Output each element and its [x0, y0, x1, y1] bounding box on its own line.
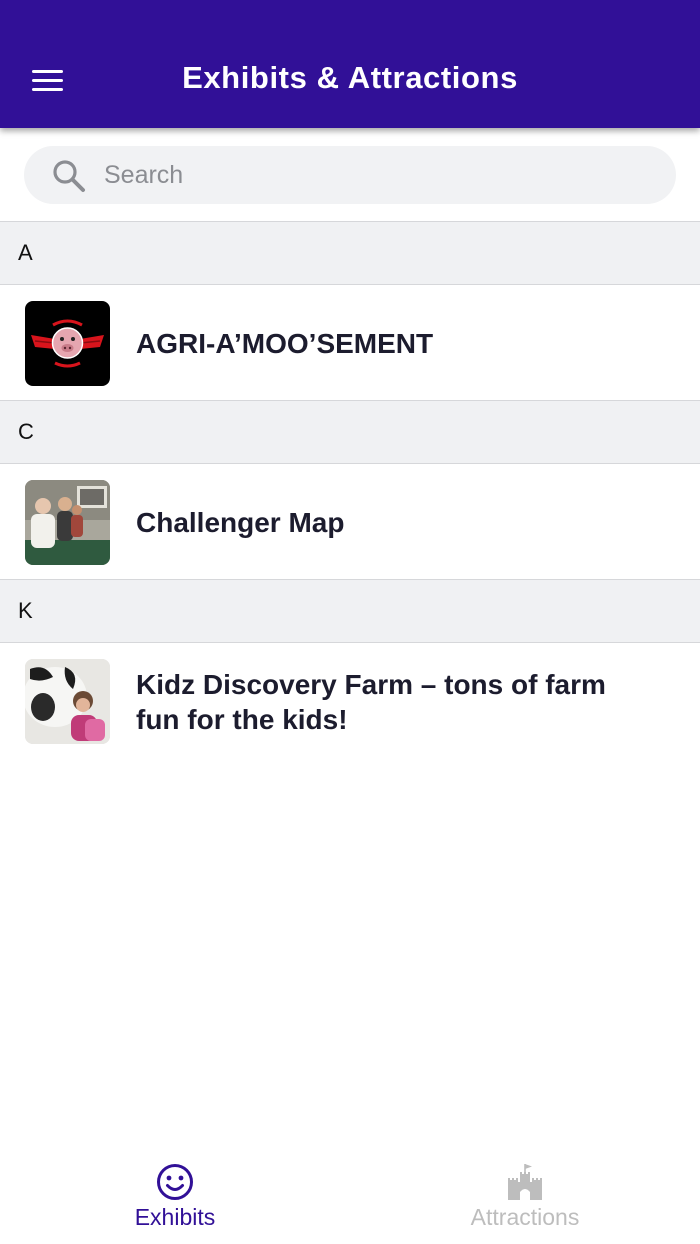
castle-icon: [508, 1164, 542, 1200]
list-item-title: Challenger Map: [136, 507, 345, 538]
smiley-icon: [157, 1164, 193, 1200]
app-screen: Exhibits & Attractions A: [0, 0, 700, 1244]
child-with-cow-photo-thumbnail: [25, 659, 110, 744]
list-item-challenger-map[interactable]: Challenger Map: [0, 466, 700, 580]
search-icon: [53, 160, 85, 192]
section-header-c: C: [0, 400, 700, 464]
tab-label: Attractions: [470, 1204, 580, 1230]
section-letter: A: [18, 240, 33, 265]
section-letter: C: [18, 419, 34, 444]
top-app-bar: Exhibits & Attractions: [0, 0, 700, 128]
people-photo-thumbnail: [25, 480, 110, 565]
bottom-tab-bar: Exhibits Attractions: [0, 1148, 700, 1244]
section-header-k: K: [0, 579, 700, 643]
tab-exhibits[interactable]: Exhibits: [0, 1148, 350, 1244]
section-letter: K: [18, 598, 33, 623]
search-bar[interactable]: [24, 146, 676, 204]
child-with-cow-photo: [25, 659, 110, 744]
section-header-a: A: [0, 221, 700, 285]
winged-pig-logo-thumbnail: [25, 301, 110, 386]
list-item-title: Kidz Discovery Farm – tons of farm fun f…: [136, 669, 606, 735]
tab-attractions[interactable]: Attractions: [350, 1148, 700, 1244]
people-photo: [25, 480, 110, 565]
search-input[interactable]: [104, 146, 644, 204]
list-item-title: AGRI-A’MOO’SEMENT: [136, 328, 434, 359]
list-item-kidz-discovery-farm[interactable]: Kidz Discovery Farm – tons of farm fun f…: [0, 645, 700, 759]
winged-pig-logo: [31, 319, 104, 368]
tab-label: Exhibits: [134, 1204, 216, 1230]
page-title: Exhibits & Attractions: [182, 60, 518, 95]
list-item-agri-amoosement[interactable]: AGRI-A’MOO’SEMENT: [0, 287, 700, 401]
